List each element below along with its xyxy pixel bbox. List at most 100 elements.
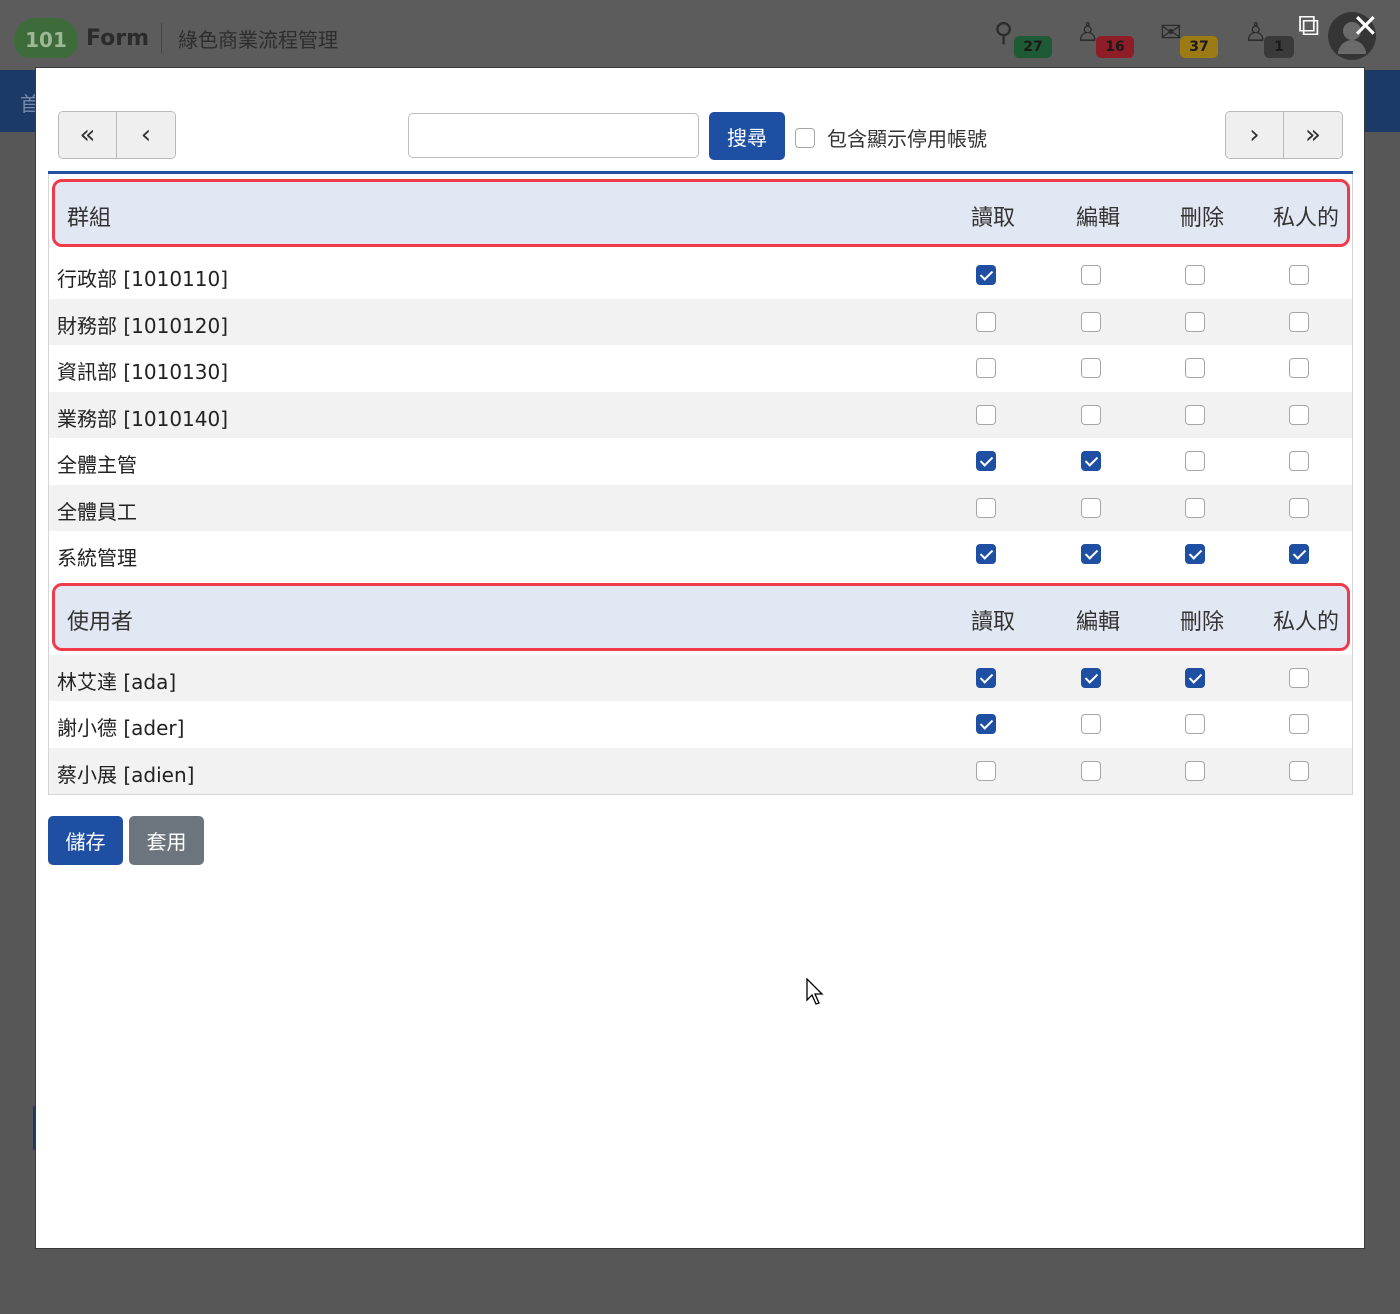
groups-header: 群組 讀取 編輯 刪除 私人的: [49, 174, 1352, 252]
groups-col-read: 讀取: [970, 206, 1015, 231]
user-private-checkbox[interactable]: [1289, 714, 1309, 734]
group-read-checkbox[interactable]: [976, 311, 996, 332]
group-name: 業務部 [1010140]: [57, 406, 229, 431]
group-read-checkbox[interactable]: [976, 404, 996, 425]
groups-header-highlight: 群組 讀取 編輯 刪除 私人的: [52, 179, 1350, 247]
groups-col-edit: 編輯: [1075, 206, 1120, 231]
group-edit-checkbox[interactable]: [1081, 358, 1101, 378]
group-delete-checkbox[interactable]: [1185, 544, 1205, 564]
group-delete-checkbox[interactable]: [1185, 497, 1205, 518]
logo-divider: [161, 23, 163, 53]
group-private-checkbox[interactable]: [1289, 265, 1309, 285]
group-row: 資訊部 [1010130]: [49, 345, 1352, 392]
group-private-checkbox[interactable]: [1289, 358, 1309, 378]
logo-cloud-icon: 101: [14, 18, 78, 58]
group-edit-checkbox[interactable]: [1081, 451, 1101, 471]
group-read-checkbox[interactable]: [976, 544, 996, 564]
prev-page-button[interactable]: ‹: [117, 112, 175, 158]
group-row: 財務部 [1010120]: [49, 298, 1352, 345]
users-header-title: 使用者: [67, 609, 134, 635]
user-edit-checkbox[interactable]: [1081, 667, 1101, 688]
user-read-checkbox[interactable]: [976, 714, 996, 734]
user-read-checkbox[interactable]: [976, 760, 996, 781]
group-read-checkbox[interactable]: [976, 451, 996, 471]
show-inactive-checkbox[interactable]: [795, 127, 815, 148]
users-col-private: 私人的: [1272, 609, 1339, 635]
mouse-cursor-icon: [806, 978, 824, 1005]
group-delete-checkbox[interactable]: [1185, 451, 1205, 471]
users-header-highlight: 使用者 讀取 編輯 刪除 私人的: [52, 582, 1350, 651]
user-delete-checkbox[interactable]: [1185, 667, 1205, 688]
notification-mail[interactable]: ✉ 37: [1160, 18, 1220, 58]
user-read-checkbox[interactable]: [976, 667, 996, 688]
save-button[interactable]: 儲存: [48, 816, 123, 865]
group-row: 全體主管: [49, 438, 1352, 485]
notification-bell[interactable]: ⚲ 27: [994, 18, 1054, 58]
app-subtitle: 綠色商業流程管理: [178, 27, 339, 52]
show-inactive-option: 包含顯示停用帳號: [795, 123, 987, 152]
group-row: 系統管理: [49, 531, 1352, 578]
group-delete-checkbox[interactable]: [1185, 311, 1205, 332]
group-delete-checkbox[interactable]: [1185, 358, 1205, 378]
open-external-icon[interactable]: ⧉: [1298, 8, 1319, 44]
user-rows: 林艾達 [ada] 謝小德 [ader] 蔡小展 [adien]: [49, 654, 1352, 794]
group-private-checkbox[interactable]: [1289, 451, 1309, 471]
group-private-checkbox[interactable]: [1289, 404, 1309, 425]
first-page-button[interactable]: «: [59, 112, 117, 158]
group-edit-checkbox[interactable]: [1081, 265, 1101, 285]
users-col-edit: 編輯: [1075, 609, 1120, 635]
user-row: 林艾達 [ada]: [49, 654, 1352, 701]
group-private-checkbox[interactable]: [1289, 311, 1309, 332]
group-name: 行政部 [1010110]: [57, 267, 229, 291]
next-page-button[interactable]: ›: [1226, 112, 1284, 158]
group-read-checkbox[interactable]: [976, 358, 996, 378]
user-edit-checkbox[interactable]: [1081, 760, 1101, 781]
bell-icon: ⚲: [994, 18, 1014, 48]
user-delete-checkbox[interactable]: [1185, 714, 1205, 734]
group-edit-checkbox[interactable]: [1081, 497, 1101, 518]
user-name: 蔡小展 [adien]: [57, 762, 195, 787]
mail-icon: ✉: [1160, 18, 1182, 48]
group-read-checkbox[interactable]: [976, 497, 996, 518]
group-private-checkbox[interactable]: [1289, 497, 1309, 518]
group-name: 全體主管: [57, 453, 137, 477]
app-logo[interactable]: 101 Form 綠色商業流程管理: [14, 16, 338, 60]
group-name: 財務部 [1010120]: [57, 313, 229, 338]
user-name: 林艾達 [ada]: [57, 669, 177, 694]
search-button[interactable]: 搜尋: [709, 112, 785, 160]
last-page-button[interactable]: »: [1284, 112, 1342, 158]
chevron-right-icon: ›: [1249, 120, 1260, 150]
permissions-modal: « ‹ 搜尋 包含顯示停用帳號 › » 群組 讀取 編輯 刪除 私人的 行政部 …: [35, 67, 1365, 1249]
users-col-delete: 刪除: [1179, 609, 1224, 635]
group-edit-checkbox[interactable]: [1081, 311, 1101, 332]
group-row: 業務部 [1010140]: [49, 391, 1352, 438]
group-rows: 行政部 [1010110] 財務部 [1010120] 資訊部 [1010130] 業…: [49, 252, 1352, 578]
group-private-checkbox[interactable]: [1289, 544, 1309, 564]
group-delete-checkbox[interactable]: [1185, 404, 1205, 425]
pager-left-group: « ‹: [58, 111, 176, 159]
group-read-checkbox[interactable]: [976, 265, 996, 285]
user-private-checkbox[interactable]: [1289, 667, 1309, 688]
user-edit-checkbox[interactable]: [1081, 714, 1101, 734]
app-header: 101 Form 綠色商業流程管理 ⚲ 27 ♙ 16 ✉ 37 ♙ 1 ⧉ ✕: [0, 0, 1400, 70]
group-delete-checkbox[interactable]: [1185, 265, 1205, 285]
close-icon[interactable]: ✕: [1352, 8, 1379, 44]
user-count-badge: 1: [1264, 36, 1294, 58]
group-name: 系統管理: [57, 546, 137, 570]
notification-user[interactable]: ♙ 1: [1244, 18, 1304, 58]
search-input[interactable]: [408, 113, 699, 158]
user-delete-checkbox[interactable]: [1185, 760, 1205, 781]
apply-button[interactable]: 套用: [129, 816, 204, 865]
double-chevron-left-icon: «: [79, 120, 96, 150]
permissions-table: 群組 讀取 編輯 刪除 私人的 行政部 [1010110] 財務部 [101012…: [48, 174, 1353, 795]
group-edit-checkbox[interactable]: [1081, 404, 1101, 425]
group-edit-checkbox[interactable]: [1081, 544, 1101, 564]
show-inactive-label: 包含顯示停用帳號: [827, 127, 987, 151]
user-row: 謝小德 [ader]: [49, 701, 1352, 748]
user-row: 蔡小展 [adien]: [49, 747, 1352, 794]
toolbar: « ‹ 搜尋 包含顯示停用帳號 › »: [58, 111, 1343, 161]
user-private-checkbox[interactable]: [1289, 760, 1309, 781]
notification-stamp[interactable]: ♙ 16: [1076, 18, 1136, 58]
action-buttons: 儲存 套用: [48, 816, 204, 865]
group-name: 全體員工: [57, 499, 137, 524]
